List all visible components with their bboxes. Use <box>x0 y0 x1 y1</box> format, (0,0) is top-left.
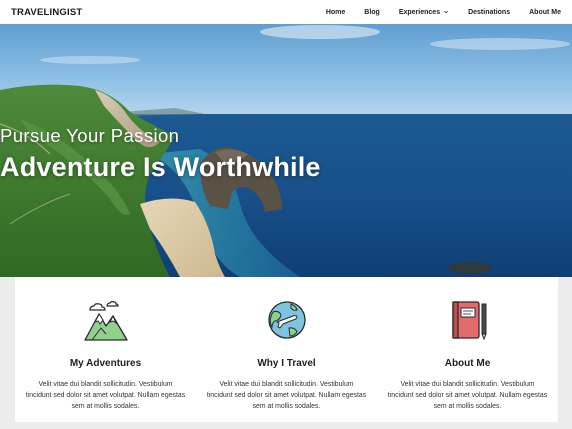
feature-my-adventures: My Adventures Velit vitae dui blandit so… <box>15 277 196 422</box>
feature-text: Velit vitae dui blandit sollicitudin. Ve… <box>206 381 367 411</box>
feature-title: My Adventures <box>69 358 142 369</box>
features-panel: My Adventures Velit vitae dui blandit so… <box>15 277 558 422</box>
feature-title: About Me <box>444 358 491 369</box>
globe-plane-icon <box>267 301 306 339</box>
nav-about-me-label: About Me <box>529 8 561 16</box>
mountain-icon <box>83 301 128 341</box>
site-header: TRAVELINGIST Home Blog Experiences Desti… <box>0 0 572 24</box>
nav-experiences-label: Experiences <box>398 8 441 16</box>
feature-why-i-travel: Why I Travel Velit vitae dui blandit sol… <box>196 277 377 422</box>
site-logo[interactable]: TRAVELINGIST <box>11 7 82 18</box>
nav-home-label: Home <box>325 8 346 16</box>
feature-title: Why I Travel <box>257 358 316 369</box>
nav-about-me[interactable]: About Me <box>529 9 561 16</box>
feature-text: Velit vitae dui blandit sollicitudin. Ve… <box>387 381 548 411</box>
nav-blog[interactable]: Blog <box>364 9 380 16</box>
nav-blog-label: Blog <box>364 8 380 16</box>
nav-home[interactable]: Home <box>326 9 345 16</box>
hero-background-image <box>0 24 572 277</box>
feature-text: Velit vitae dui blandit sollicitudin. Ve… <box>25 381 186 411</box>
notebook-icon <box>451 301 487 341</box>
nav-destinations-label: Destinations <box>468 8 511 16</box>
feature-about-me: About Me Velit vitae dui blandit sollici… <box>377 277 558 422</box>
main-nav: Home Blog Experiences Destinations About… <box>326 9 561 16</box>
nav-experiences[interactable]: Experiences <box>399 9 449 16</box>
chevron-down-icon <box>443 10 449 14</box>
hero-subtitle: Pursue Your Passion <box>0 125 180 146</box>
page: TRAVELINGIST Home Blog Experiences Desti… <box>0 0 572 429</box>
nav-destinations[interactable]: Destinations <box>468 9 510 16</box>
hero-banner: Pursue Your Passion Adventure Is Worthwh… <box>0 24 572 277</box>
hero-title: Adventure Is Worthwhile <box>0 152 321 182</box>
